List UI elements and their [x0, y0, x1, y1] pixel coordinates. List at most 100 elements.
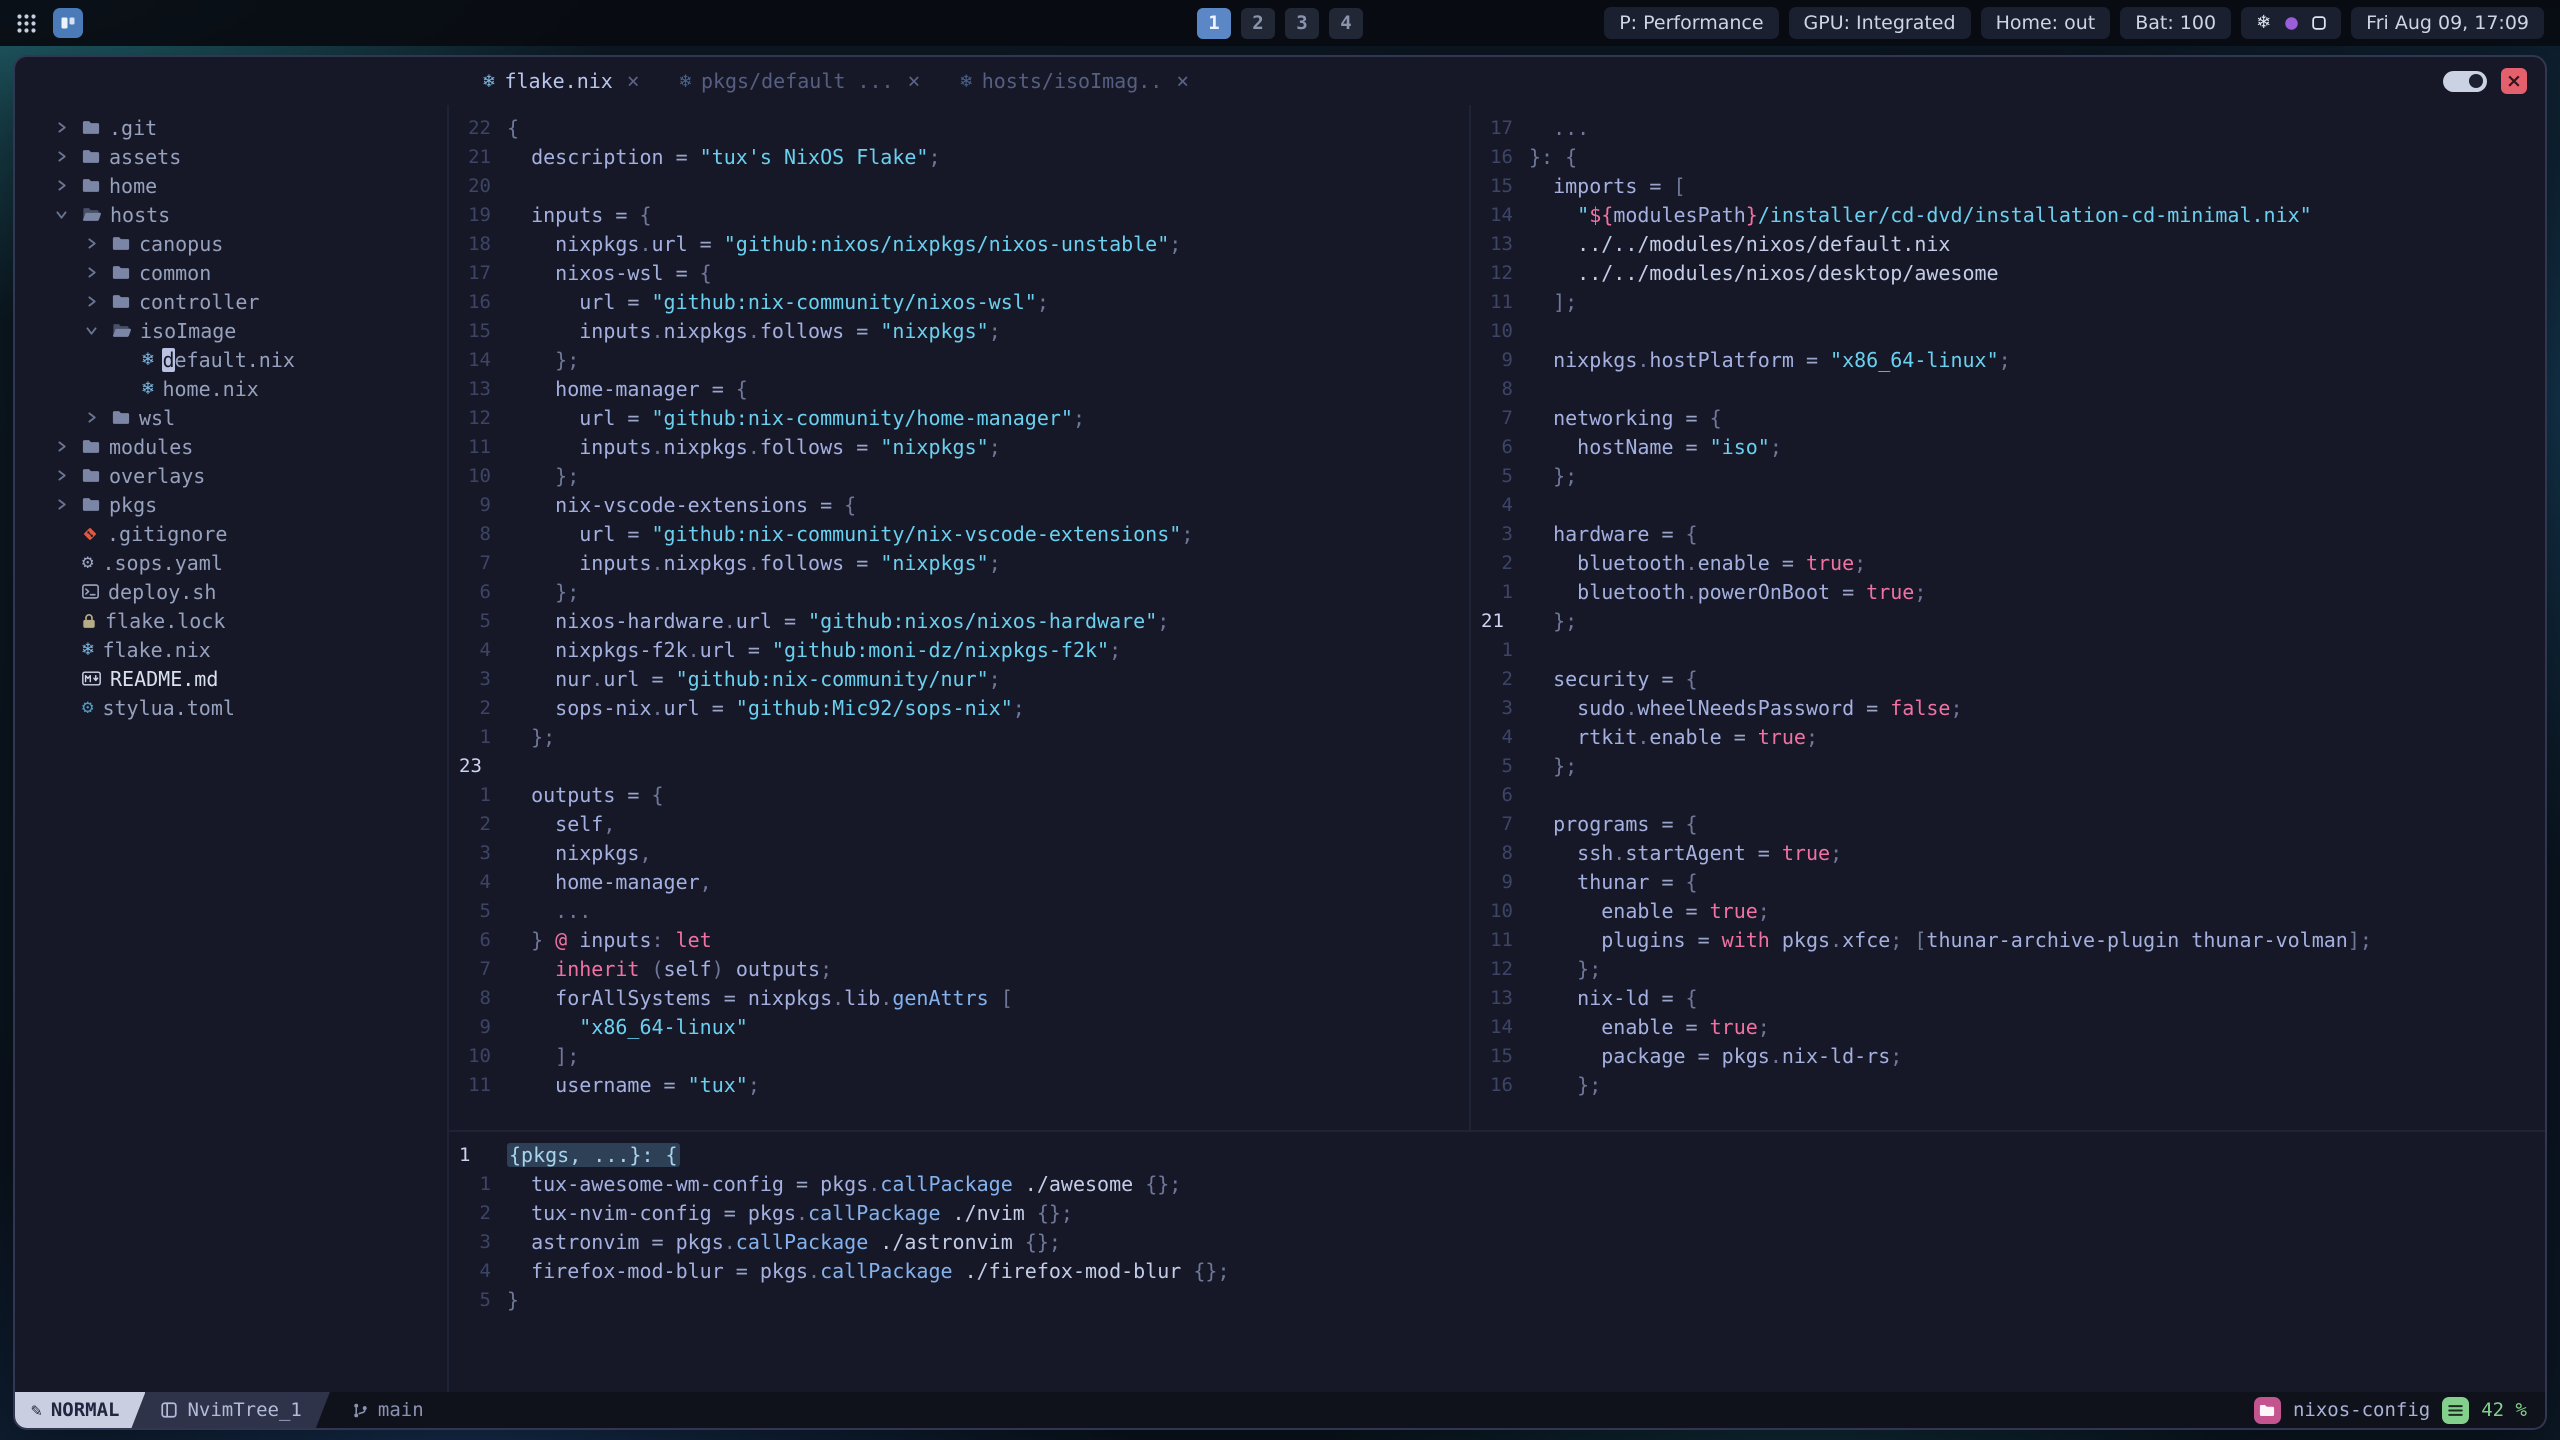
code-line[interactable]: 11 plugins = with pkgs.xfce; [thunar-arc…: [1471, 925, 2545, 954]
code-line[interactable]: 1 };: [449, 722, 1469, 751]
code-line[interactable]: 11 username = "tux";: [449, 1070, 1469, 1099]
code-line[interactable]: 18 nixpkgs.url = "github:nixos/nixpkgs/n…: [449, 229, 1469, 258]
code-line[interactable]: 15 package = pkgs.nix-ld-rs;: [1471, 1041, 2545, 1070]
code-line[interactable]: 10 };: [449, 461, 1469, 490]
code-line[interactable]: 16 };: [1471, 1070, 2545, 1099]
code-line[interactable]: 8 url = "github:nix-community/nix-vscode…: [449, 519, 1469, 548]
snowflake-tray-icon[interactable]: ❄: [2256, 14, 2271, 32]
tab-close-icon[interactable]: ×: [908, 69, 921, 93]
code-line[interactable]: 17 nixos-wsl = {: [449, 258, 1469, 287]
code-line[interactable]: 23: [449, 751, 1469, 780]
status-bat-100[interactable]: Bat: 100: [2120, 7, 2232, 39]
code-line[interactable]: 9 nixpkgs.hostPlatform = "x86_64-linux";: [1471, 345, 2545, 374]
code-line[interactable]: 10 enable = true;: [1471, 896, 2545, 925]
code-line[interactable]: 2 self,: [449, 809, 1469, 838]
chevron-right-icon[interactable]: [85, 411, 103, 424]
chevron-right-icon[interactable]: [55, 498, 73, 511]
tree-item-isoimage[interactable]: isoImage: [15, 316, 447, 345]
code-line[interactable]: 8 ssh.startAgent = true;: [1471, 838, 2545, 867]
code-line[interactable]: 3 astronvim = pkgs.callPackage ./astronv…: [449, 1227, 2545, 1256]
code-line[interactable]: 4 firefox-mod-blur = pkgs.callPackage ./…: [449, 1256, 2545, 1285]
code-line[interactable]: 17 ...: [1471, 113, 2545, 142]
code-line[interactable]: 1 outputs = {: [449, 780, 1469, 809]
tree-item-assets[interactable]: assets: [15, 142, 447, 171]
code-line[interactable]: 12 };: [1471, 954, 2545, 983]
window-close-button[interactable]: ×: [2501, 68, 2527, 94]
code-line[interactable]: 5 ...: [449, 896, 1469, 925]
code-line[interactable]: 15 inputs.nixpkgs.follows = "nixpkgs";: [449, 316, 1469, 345]
tree-item-readme-md[interactable]: README.md: [15, 664, 447, 693]
code-line[interactable]: 5}: [449, 1285, 2545, 1314]
chevron-right-icon[interactable]: [55, 469, 73, 482]
code-line[interactable]: 5 };: [1471, 461, 2545, 490]
code-line[interactable]: 10 ];: [449, 1041, 1469, 1070]
code-line[interactable]: 6 hostName = "iso";: [1471, 432, 2545, 461]
tree-item-gitignore[interactable]: .gitignore: [15, 519, 447, 548]
code-line[interactable]: 16}: {: [1471, 142, 2545, 171]
code-line[interactable]: 2 sops-nix.url = "github:Mic92/sops-nix"…: [449, 693, 1469, 722]
status-home-out[interactable]: Home: out: [1980, 7, 2111, 39]
tree-item-common[interactable]: common: [15, 258, 447, 287]
workspace-4[interactable]: 4: [1329, 7, 1363, 39]
code-line[interactable]: 14 "${modulesPath}/installer/cd-dvd/inst…: [1471, 200, 2545, 229]
tab-hosts-isoimag[interactable]: ❄ hosts/isoImag.. ×: [940, 57, 1209, 105]
code-line[interactable]: 13 nix-ld = {: [1471, 983, 2545, 1012]
tab-close-icon[interactable]: ×: [1176, 69, 1189, 93]
code-line[interactable]: 2 bluetooth.enable = true;: [1471, 548, 2545, 577]
clock[interactable]: Fri Aug 09, 17:09: [2351, 7, 2544, 39]
tab-close-icon[interactable]: ×: [627, 69, 640, 93]
code-line[interactable]: 6: [1471, 780, 2545, 809]
code-line[interactable]: 7 programs = {: [1471, 809, 2545, 838]
code-line[interactable]: 4: [1471, 490, 2545, 519]
tab-pkgs-default[interactable]: ❄ pkgs/default ... ×: [659, 57, 940, 105]
code-line[interactable]: 1 bluetooth.powerOnBoot = true;: [1471, 577, 2545, 606]
code-line[interactable]: 20: [449, 171, 1469, 200]
code-line[interactable]: 21 };: [1471, 606, 2545, 635]
chevron-down-icon[interactable]: [55, 208, 73, 221]
code-line[interactable]: 10: [1471, 316, 2545, 345]
workspace-2[interactable]: 2: [1241, 7, 1275, 39]
code-line[interactable]: 14 };: [449, 345, 1469, 374]
code-line[interactable]: 1 {pkgs, ...}: {: [449, 1140, 2545, 1169]
tray-box-icon[interactable]: [2312, 16, 2326, 30]
code-line[interactable]: 8: [1471, 374, 2545, 403]
tree-item-default-nix[interactable]: ❄ default.nix: [15, 345, 447, 374]
code-line[interactable]: 2 security = {: [1471, 664, 2545, 693]
chevron-down-icon[interactable]: [85, 324, 103, 337]
code-line[interactable]: 3 hardware = {: [1471, 519, 2545, 548]
code-line[interactable]: 11 ];: [1471, 287, 2545, 316]
dot-indicator-icon[interactable]: [2284, 16, 2299, 31]
code-line[interactable]: 14 enable = true;: [1471, 1012, 2545, 1041]
code-line[interactable]: 9 "x86_64-linux": [449, 1012, 1469, 1041]
tree-item-modules[interactable]: modules: [15, 432, 447, 461]
workspace-3[interactable]: 3: [1285, 7, 1319, 39]
code-line[interactable]: 12 url = "github:nix-community/home-mana…: [449, 403, 1469, 432]
system-tray[interactable]: ❄: [2241, 7, 2342, 39]
code-line[interactable]: 4 nixpkgs-f2k.url = "github:moni-dz/nixp…: [449, 635, 1469, 664]
chevron-right-icon[interactable]: [55, 440, 73, 453]
code-line[interactable]: 6 };: [449, 577, 1469, 606]
workspace-1[interactable]: 1: [1197, 7, 1231, 39]
tree-item-flake-lock[interactable]: flake.lock: [15, 606, 447, 635]
tree-item-deploy-sh[interactable]: deploy.sh: [15, 577, 447, 606]
code-line[interactable]: 9 thunar = {: [1471, 867, 2545, 896]
code-line[interactable]: 13 ../../modules/nixos/default.nix: [1471, 229, 2545, 258]
code-line[interactable]: 1: [1471, 635, 2545, 664]
code-line[interactable]: 21 description = "tux's NixOS Flake";: [449, 142, 1469, 171]
chevron-right-icon[interactable]: [85, 266, 103, 279]
pin-toggle[interactable]: [2443, 70, 2487, 92]
chevron-right-icon[interactable]: [85, 295, 103, 308]
code-line[interactable]: 3 nur.url = "github:nix-community/nur";: [449, 664, 1469, 693]
tree-item-wsl[interactable]: wsl: [15, 403, 447, 432]
status-gpu-integrated[interactable]: GPU: Integrated: [1788, 7, 1971, 39]
chevron-right-icon[interactable]: [55, 150, 73, 163]
code-line[interactable]: 11 inputs.nixpkgs.follows = "nixpkgs";: [449, 432, 1469, 461]
tree-item-overlays[interactable]: overlays: [15, 461, 447, 490]
code-line[interactable]: 9 nix-vscode-extensions = {: [449, 490, 1469, 519]
status-p-performance[interactable]: P: Performance: [1604, 7, 1779, 39]
code-line[interactable]: 7 inherit (self) outputs;: [449, 954, 1469, 983]
code-line[interactable]: 7 inputs.nixpkgs.follows = "nixpkgs";: [449, 548, 1469, 577]
code-line[interactable]: 5 };: [1471, 751, 2545, 780]
layout-badge-icon[interactable]: [53, 8, 83, 38]
code-line[interactable]: 7 networking = {: [1471, 403, 2545, 432]
